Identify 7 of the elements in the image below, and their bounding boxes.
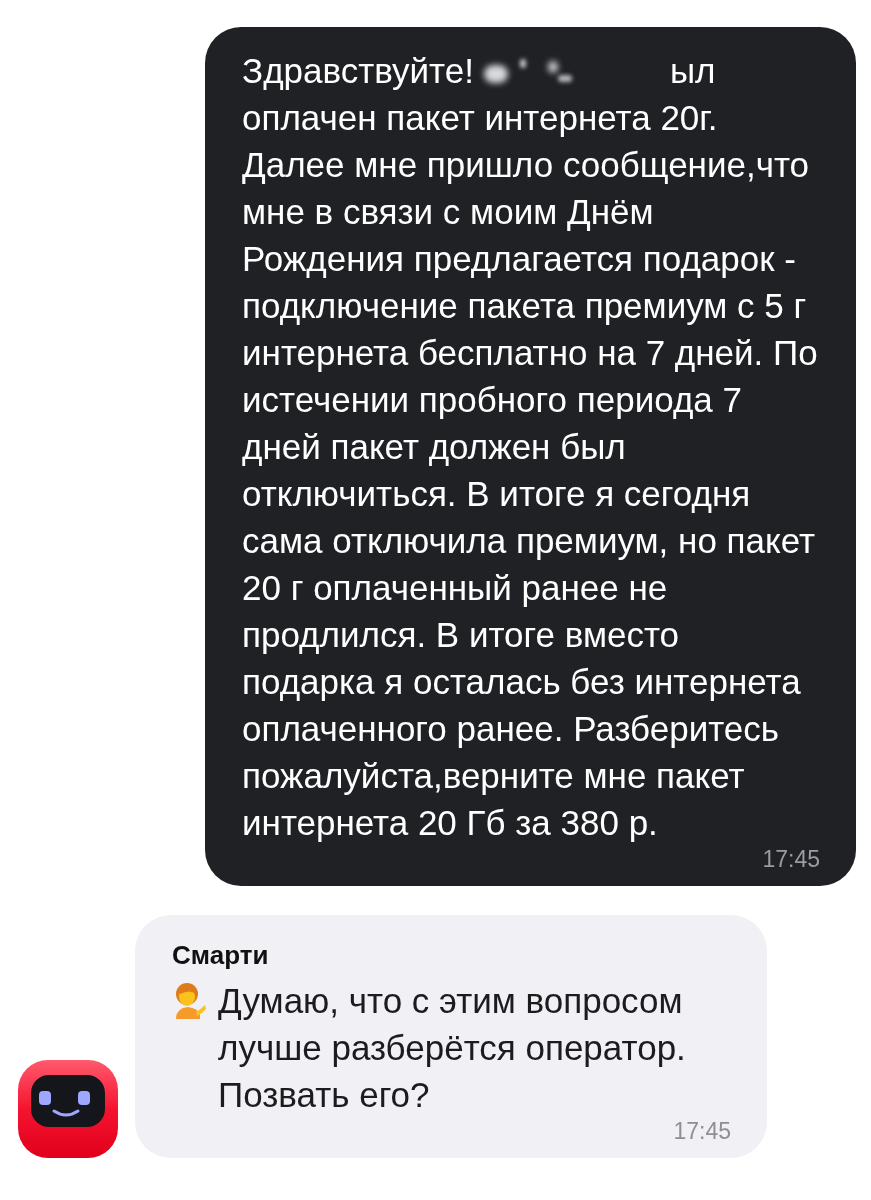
message-text: Здравствуйте! [242,50,474,92]
message-text: Думаю, что с этим вопросом лучше разберётся оператор. Позвать его? [218,980,687,1116]
message-text: оплачен пакет интернета 20г. Далее мне пришло сообщение,что мне в связи с моим Днём Рождения предлагается подарок - подключение пакета премиум с 5 г интернета бесплатно на 7 дней. По истечении пробного периода 7 дней пакет должен был отключиться. В итоге я сегодня сама отключила премиум, но пакет 20 г оплаченный ранее не продлился. В итоге вместо подарка я осталась без интернета оплаченного ранее. Разберитесь пожалуйста,верните мне пакет интернета 20 Гб за 380 р. [242,97,819,844]
sender-name: Смарти [172,939,270,971]
message-time: 17:45 [673,1118,731,1144]
message-text: ыл [669,50,716,92]
message-time: 17:45 [762,846,820,872]
